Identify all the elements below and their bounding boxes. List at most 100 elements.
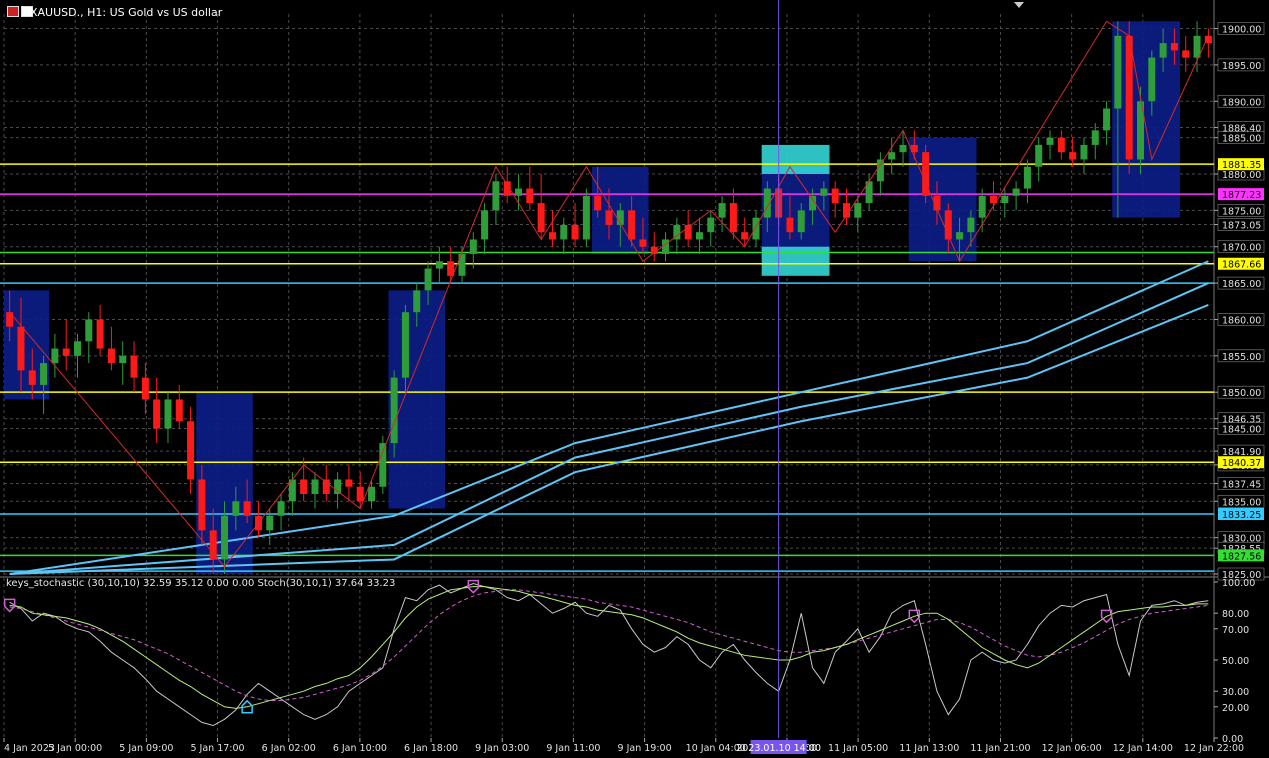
time-tick-label: 12 Jan 14:00	[1113, 743, 1173, 754]
price-tick[interactable]: 1873.05	[1217, 218, 1265, 232]
price-level-tag-label: 1833.25	[1222, 510, 1261, 521]
candle-body	[175, 399, 183, 422]
candle-body	[695, 232, 703, 240]
candle-body	[582, 195, 590, 240]
candle-body	[899, 144, 907, 153]
candle-body	[967, 217, 975, 233]
candle-body	[221, 515, 229, 560]
candle-body	[481, 210, 489, 240]
price-tick[interactable]: 1855.00	[1217, 349, 1265, 363]
candle-body	[729, 203, 737, 233]
time-tick-label: 5 Jan 17:00	[190, 743, 244, 754]
price-tick[interactable]: 1895.00	[1217, 58, 1265, 72]
price-tick-label: 1860.00	[1222, 315, 1261, 326]
candle-body	[707, 217, 715, 233]
highlight-zone	[761, 246, 830, 276]
price-level-tag[interactable]: 1877.23	[1218, 188, 1264, 201]
candle-body	[515, 188, 523, 196]
candle-body	[96, 319, 104, 349]
candle-body	[232, 501, 240, 516]
price-tick[interactable]: 1860.00	[1217, 313, 1265, 326]
zone-rectangle	[761, 166, 830, 254]
price-level-tag-label: 1877.23	[1222, 190, 1261, 201]
candle-body	[413, 290, 421, 313]
candle-body	[1170, 43, 1178, 51]
time-tick-label: 5 Jan 00:00	[48, 743, 102, 754]
candle-body	[243, 501, 251, 516]
time-tick-label: 9 Jan 03:00	[475, 743, 529, 754]
candle-body	[266, 515, 274, 531]
price-level-tag[interactable]: 1827.56	[1218, 549, 1264, 562]
price-tick[interactable]: 1885.00	[1217, 131, 1265, 145]
price-tick[interactable]: 1841.90	[1217, 444, 1265, 458]
candle-body	[526, 188, 534, 204]
price-level-tag-label: 1881.35	[1222, 160, 1261, 171]
candle-body	[1080, 144, 1088, 160]
candle-body	[831, 188, 839, 204]
candle-body	[209, 530, 217, 560]
candle-body	[1023, 166, 1031, 189]
candle-body	[435, 261, 443, 269]
stoch-tick-label: 80.00	[1222, 609, 1249, 620]
candle-body	[153, 399, 161, 429]
price-tick-label: 1885.00	[1222, 134, 1261, 145]
candle-body	[187, 421, 195, 480]
price-level-tag[interactable]: 1867.66	[1218, 257, 1264, 271]
price-tick[interactable]: 1865.00	[1217, 276, 1265, 290]
candle-body	[368, 486, 376, 502]
stoch-tick-label: 50.00	[1222, 656, 1249, 667]
candle-body	[1069, 152, 1077, 160]
price-level-tag[interactable]: 1840.37	[1218, 456, 1264, 469]
candle-body	[639, 239, 647, 247]
price-tick[interactable]: 1890.00	[1217, 94, 1265, 108]
price-tick-label: 1850.00	[1222, 388, 1261, 399]
candle-body	[164, 399, 172, 429]
candle-body	[379, 443, 387, 487]
candle-body	[548, 232, 556, 240]
candle[interactable]	[922, 144, 930, 204]
price-level-tag[interactable]: 1833.25	[1218, 508, 1264, 521]
price-tick[interactable]: 1875.00	[1217, 204, 1265, 217]
price-tick-label: 1870.00	[1222, 243, 1261, 254]
candle-body	[277, 501, 285, 516]
candle-body	[628, 210, 636, 240]
time-tick-label: 6 Jan 10:00	[333, 743, 387, 754]
candle-body	[1035, 144, 1043, 167]
candle[interactable]	[1125, 21, 1133, 174]
time-tick-label: 12 Jan 22:00	[1184, 743, 1244, 754]
crosshair-time-label: 2023.01.10 14:00	[736, 743, 821, 754]
candle-body	[311, 479, 319, 494]
price-tick[interactable]: 1870.00	[1217, 240, 1265, 254]
candle-body	[1125, 35, 1133, 160]
price-tick-label: 1890.00	[1222, 97, 1261, 108]
candle-body	[130, 355, 138, 378]
candle-body	[1159, 43, 1167, 58]
price-tick[interactable]: 1837.45	[1217, 477, 1265, 490]
time-tick-label: 9 Jan 11:00	[546, 743, 600, 754]
candle-body	[334, 479, 342, 494]
price-tick-label: 1855.00	[1222, 352, 1261, 363]
indicator-title: keys_stochastic (30,10,10) 32.59 35.12 0…	[6, 578, 396, 589]
price-tick-label: 1837.45	[1222, 479, 1261, 490]
candle-body	[1012, 188, 1020, 196]
candle-body	[571, 224, 579, 240]
highlight-zone	[761, 144, 830, 174]
symbol-title: XAUUSD., H1: US Gold vs US dollar	[30, 6, 223, 19]
stoch-tick-label: 30.00	[1222, 687, 1249, 698]
price-level-tag-label: 1840.37	[1222, 458, 1261, 469]
price-level-tag-label: 1867.66	[1222, 260, 1261, 271]
candle-body	[198, 479, 206, 531]
chart-window[interactable]: 1900.001895.001890.001886.401885.001880.…	[0, 0, 1269, 758]
price-level-tag[interactable]: 1881.35	[1218, 158, 1264, 171]
price-tick[interactable]: 1845.00	[1217, 422, 1265, 436]
price-tick[interactable]: 1850.00	[1217, 385, 1265, 399]
candle-body	[560, 224, 568, 240]
chart-bars-icon[interactable]	[7, 6, 19, 17]
price-tick[interactable]: 1900.00	[1217, 22, 1265, 36]
price-tick[interactable]: 1835.00	[1217, 494, 1265, 508]
candle-body	[1148, 57, 1156, 102]
candle-body	[956, 232, 964, 240]
price-level-tag-label: 1827.56	[1222, 551, 1261, 562]
candle[interactable]	[582, 188, 590, 247]
time-tick-label: 6 Jan 18:00	[404, 743, 458, 754]
